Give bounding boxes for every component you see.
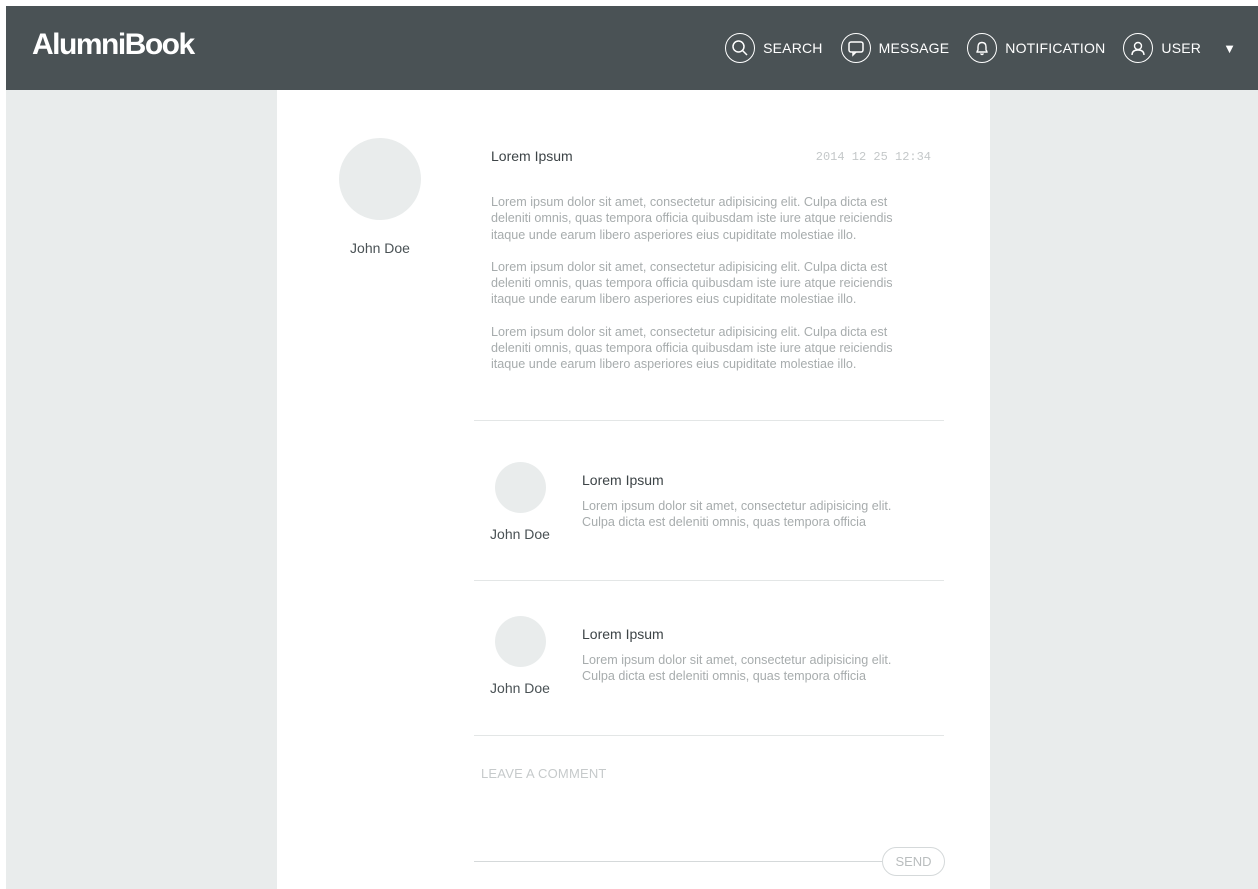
nav-notification[interactable]: NOTIFICATION <box>967 33 1105 63</box>
nav-user-label: USER <box>1161 40 1202 56</box>
text-line: itaque unde earum libero asperiores eius… <box>491 357 857 372</box>
nav-notification-label: NOTIFICATION <box>1005 40 1106 56</box>
post-paragraph: Lorem ipsum dolor sit amet, consectetur … <box>491 194 931 243</box>
comment-author[interactable]: John Doe <box>480 680 560 696</box>
text-line: deleniti omnis, quas tempora officia qui… <box>491 211 893 226</box>
message-icon <box>840 33 871 63</box>
logo[interactable]: AlumniBook <box>32 28 195 62</box>
text-line: Culpa dicta est deleniti omnis, quas tem… <box>582 669 866 684</box>
post-paragraph: Lorem ipsum dolor sit amet, consectetur … <box>491 324 931 373</box>
nav-message-label: MESSAGE <box>878 40 950 56</box>
text-line: Lorem ipsum dolor sit amet, consectetur … <box>582 653 892 667</box>
app-frame: AlumniBook SEARCH MESSAGE NOTIFICATION U… <box>6 6 1258 889</box>
comment-title: Lorem Ipsum <box>582 626 664 642</box>
post-timestamp: 2014 12 25 12:34 <box>815 150 931 164</box>
nav-search-label: SEARCH <box>763 40 823 56</box>
comment-avatar[interactable] <box>495 616 546 667</box>
text-line: Lorem ipsum dolor sit amet, consectetur … <box>491 324 888 339</box>
comment-text: Lorem ipsum dolor sit amet, consectetur … <box>582 498 932 531</box>
post-body: Lorem ipsum dolor sit amet, consectetur … <box>491 194 931 373</box>
bell-icon <box>967 33 998 63</box>
post-paragraph: Lorem ipsum dolor sit amet, consectetur … <box>491 259 931 308</box>
text-line: itaque unde earum libero asperiores eius… <box>491 227 857 242</box>
top-bar: AlumniBook SEARCH MESSAGE NOTIFICATION U… <box>6 6 1258 90</box>
search-icon <box>725 33 756 63</box>
nav-message[interactable]: MESSAGE <box>840 33 950 63</box>
author-avatar[interactable] <box>339 138 421 220</box>
text-line: Lorem ipsum dolor sit amet, consectetur … <box>491 259 888 274</box>
top-nav: SEARCH MESSAGE NOTIFICATION USER ▼ <box>707 6 1236 90</box>
nav-search[interactable]: SEARCH <box>725 33 823 63</box>
caret-down-icon[interactable]: ▼ <box>1223 41 1236 56</box>
divider <box>474 420 944 421</box>
post: Lorem Ipsum 2014 12 25 12:34 Lorem ipsum… <box>491 148 931 373</box>
text-line: Culpa dicta est deleniti omnis, quas tem… <box>582 515 866 530</box>
text-line: Lorem ipsum dolor sit amet, consectetur … <box>491 195 888 209</box>
send-button[interactable]: SEND <box>882 847 945 876</box>
nav-user[interactable]: USER <box>1123 33 1201 63</box>
text-line: deleniti omnis, quas tempora officia qui… <box>491 276 893 291</box>
user-icon <box>1123 33 1154 63</box>
comment-input-underline <box>474 861 882 862</box>
text-line: Lorem ipsum dolor sit amet, consectetur … <box>582 499 892 513</box>
comment-title: Lorem Ipsum <box>582 472 664 488</box>
comment-input[interactable]: LEAVE A COMMENT <box>481 766 881 781</box>
comment-author[interactable]: John Doe <box>480 526 560 542</box>
divider <box>474 580 944 581</box>
author-name[interactable]: John Doe <box>325 240 435 256</box>
comment-text: Lorem ipsum dolor sit amet, consectetur … <box>582 652 932 685</box>
post-panel: John Doe Lorem Ipsum 2014 12 25 12:34 Lo… <box>277 90 990 889</box>
divider <box>474 735 944 736</box>
text-line: itaque unde earum libero asperiores eius… <box>491 292 857 307</box>
comment-avatar[interactable] <box>495 462 546 513</box>
text-line: deleniti omnis, quas tempora officia qui… <box>491 341 893 356</box>
